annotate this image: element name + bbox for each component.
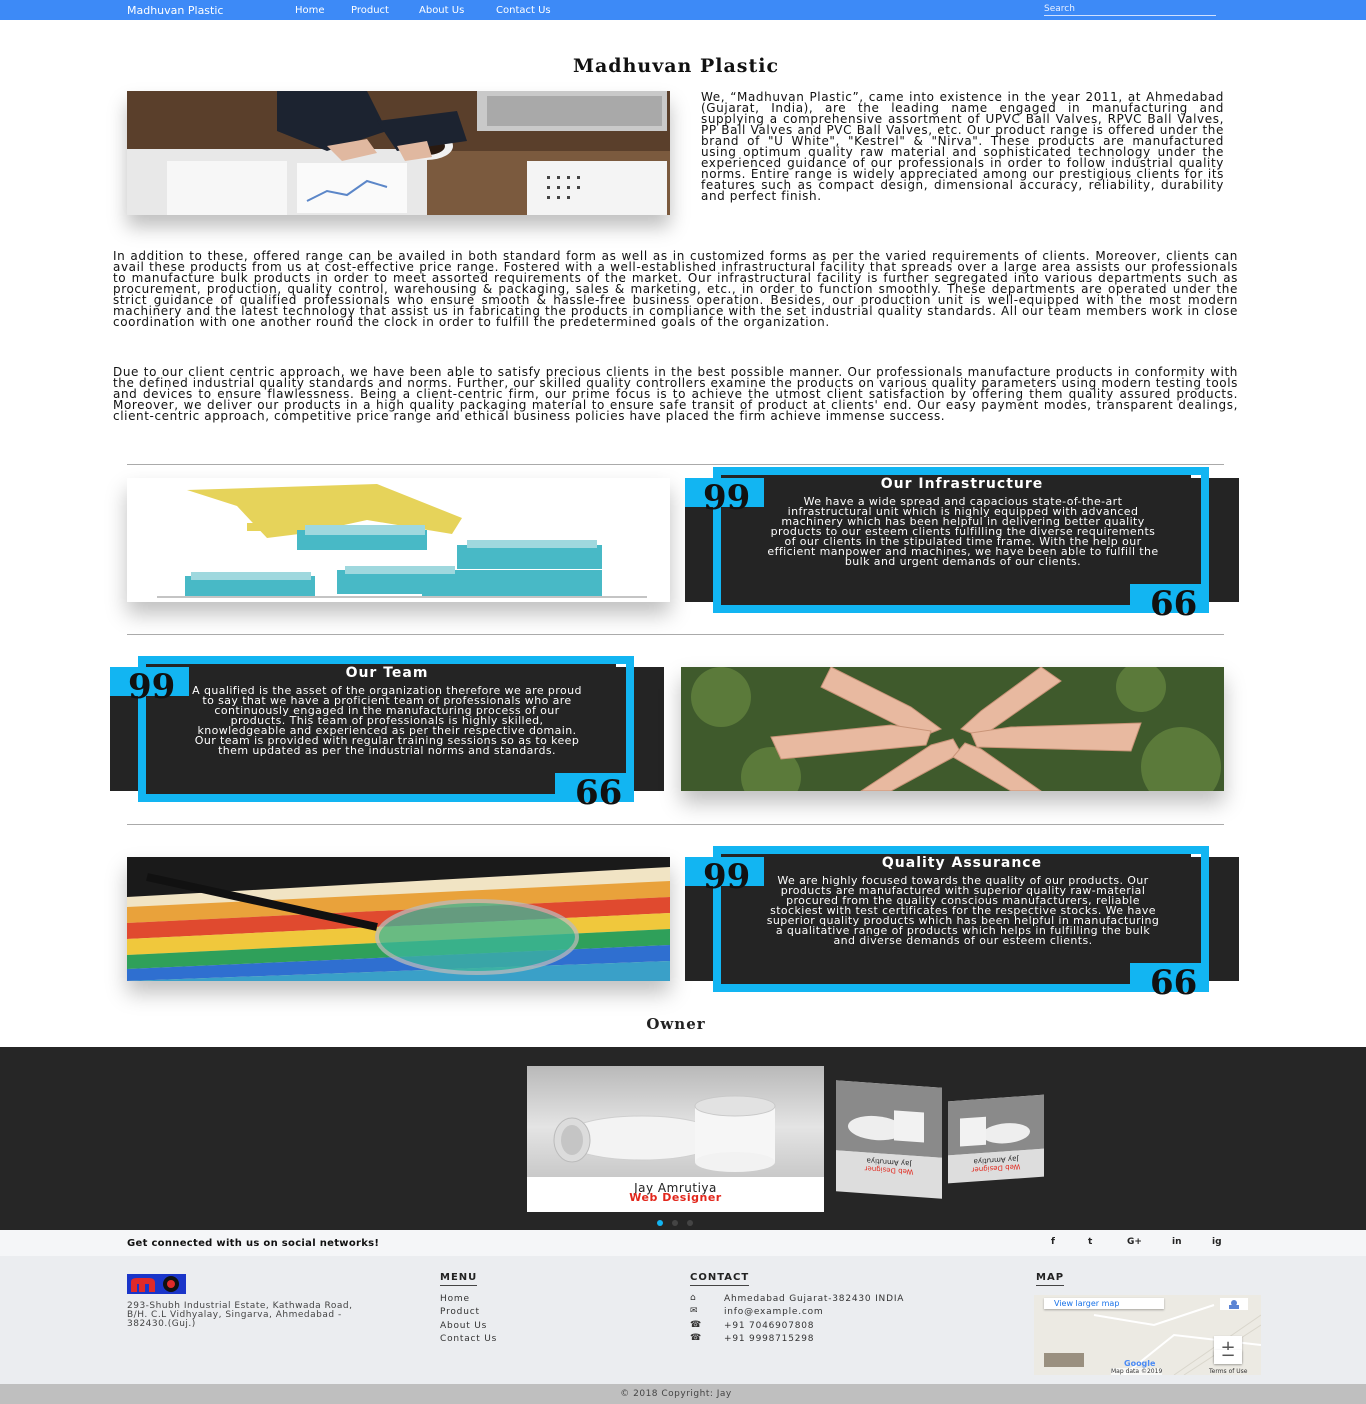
quality-text: We are highly focused towards the qualit… <box>766 874 1160 947</box>
divider <box>127 824 1224 825</box>
team-hands-image <box>681 667 1224 791</box>
quote-close-icon: 66 <box>1130 584 1209 624</box>
intro-paragraph-1: We, “Madhuvan Plastic”, came into existe… <box>701 90 1224 203</box>
footer-address: 293-Shubh Industrial Estate, Kathwada Ro… <box>127 1301 353 1329</box>
owner-role: Web Designer <box>629 1191 722 1204</box>
envelope-icon: ✉ <box>690 1306 698 1316</box>
contact-email[interactable]: info@example.com <box>724 1307 824 1317</box>
intro-paragraph-3: Due to our client centric approach, we h… <box>113 365 1238 423</box>
map-data-text: Map data ©2019 <box>1111 1368 1163 1375</box>
owner-card-side[interactable]: Jay Amrutiya Web Designer <box>948 1094 1044 1184</box>
quote-open-icon: 99 <box>110 667 189 707</box>
google-plus-icon[interactable]: G+ <box>1127 1237 1142 1247</box>
social-text: Get connected with us on social networks… <box>127 1238 380 1249</box>
contact-phone-2[interactable]: +91 9998715298 <box>724 1334 814 1344</box>
search-input[interactable] <box>1044 2 1216 16</box>
quote-close-icon: 66 <box>1130 963 1209 1003</box>
footer-map-heading: MAP <box>1036 1272 1065 1286</box>
phone-icon: ☎ <box>690 1320 702 1330</box>
quote-open-icon: 99 <box>685 857 764 897</box>
map-terms-link[interactable]: Terms of Use <box>1209 1368 1247 1375</box>
quote-close-icon: 66 <box>555 773 634 813</box>
contact-phone-1[interactable]: +91 7046907808 <box>724 1321 814 1331</box>
facebook-icon[interactable]: f <box>1051 1237 1055 1247</box>
copyright-text: © 2018 Copyright: Jay <box>620 1389 732 1399</box>
nav-contact-us[interactable]: Contact Us <box>496 5 551 16</box>
owner-section-title: Owner <box>646 1015 706 1033</box>
owner-product-photo <box>527 1066 824 1177</box>
twitter-icon[interactable]: t <box>1088 1237 1092 1247</box>
nav-product[interactable]: Product <box>351 5 389 16</box>
footer-contact-heading: CONTACT <box>690 1272 750 1286</box>
carousel-dot-active[interactable] <box>657 1220 663 1226</box>
team-title: Our Team <box>345 665 429 681</box>
footer-link-about-us[interactable]: About Us <box>440 1321 487 1331</box>
quote-open-icon: 99 <box>685 478 764 518</box>
owner-card-side[interactable]: Jay Amrutiya Web Designer <box>836 1080 942 1199</box>
embedded-map[interactable]: View larger map + − Google Map data ©201… <box>1034 1295 1261 1375</box>
google-logo: Google <box>1124 1359 1156 1368</box>
carousel-dot[interactable] <box>687 1220 693 1226</box>
view-larger-map-link[interactable]: View larger map <box>1044 1298 1164 1309</box>
infrastructure-image <box>127 478 670 602</box>
owner-card[interactable]: Jay Amrutiya Web Designer <box>527 1066 824 1212</box>
footer-link-product[interactable]: Product <box>440 1307 480 1317</box>
linkedin-icon[interactable]: in <box>1172 1237 1182 1247</box>
divider <box>127 634 1224 635</box>
page-title: Madhuvan Plastic <box>572 55 780 77</box>
nav-home[interactable]: Home <box>295 5 325 16</box>
intro-paragraph-2: In addition to these, offered range can … <box>113 249 1238 329</box>
footer-link-home[interactable]: Home <box>440 1294 470 1304</box>
divider <box>127 464 1224 465</box>
intro-office-image <box>127 91 670 215</box>
company-logo[interactable] <box>127 1274 186 1294</box>
footer-menu-heading: MENU <box>440 1272 478 1286</box>
home-icon: ⌂ <box>690 1293 696 1303</box>
contact-address: Ahmedabad Gujarat-382430 INDIA <box>724 1294 905 1304</box>
footer-link-contact-us[interactable]: Contact Us <box>440 1334 497 1344</box>
infrastructure-title: Our Infrastructure <box>880 476 1044 492</box>
carousel-dot[interactable] <box>672 1220 678 1226</box>
brand-logo-text[interactable]: Madhuvan Plastic <box>127 4 223 17</box>
map-zoom-out-button[interactable]: − <box>1214 1347 1242 1365</box>
phone-icon: ☎ <box>690 1333 702 1343</box>
instagram-icon[interactable]: ig <box>1212 1237 1222 1247</box>
infrastructure-text: We have a wide spread and capacious stat… <box>767 495 1159 568</box>
quality-magnifier-image <box>127 857 670 981</box>
team-text: A qualified is the asset of the organiza… <box>192 684 582 757</box>
nav-about-us[interactable]: About Us <box>419 5 464 16</box>
quality-title: Quality Assurance <box>881 855 1043 871</box>
